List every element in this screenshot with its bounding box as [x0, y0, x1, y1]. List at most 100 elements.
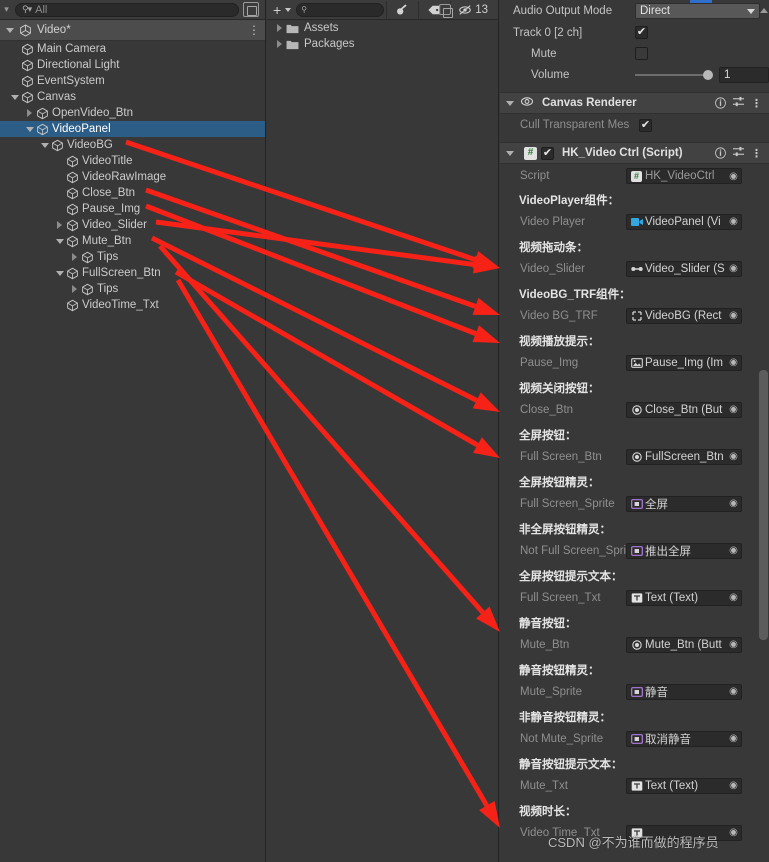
chevron-down-icon[interactable]: [55, 270, 64, 276]
hidden-packages-toggle[interactable]: 13: [453, 0, 493, 20]
component-enabled-checkbox[interactable]: ✔: [541, 146, 554, 160]
foldout-toggle[interactable]: [68, 253, 81, 261]
object-picker-icon[interactable]: ◉: [726, 171, 741, 182]
foldout-toggle[interactable]: [38, 142, 51, 148]
chevron-down-icon[interactable]: [506, 100, 514, 106]
help-icon[interactable]: ⓘ: [715, 95, 726, 111]
hierarchy-item-main-camera[interactable]: Main Camera: [0, 41, 265, 57]
chevron-down-icon[interactable]: [55, 238, 64, 244]
chevron-right-icon[interactable]: [72, 253, 77, 261]
chevron-right-icon[interactable]: [277, 40, 282, 48]
hierarchy-item-close-btn[interactable]: Close_Btn: [0, 185, 265, 201]
audio-track-checkbox[interactable]: ✔: [635, 26, 648, 39]
audio-output-mode-dropdown[interactable]: Direct: [635, 3, 760, 19]
hierarchy-item-mute-btn[interactable]: Mute_Btn: [0, 233, 265, 249]
project-item-packages[interactable]: Packages: [267, 36, 498, 52]
volume-slider-handle[interactable]: [702, 70, 713, 80]
hierarchy-search-box[interactable]: ⚲▾: [15, 2, 239, 17]
hierarchy-item-fullscreen-btn[interactable]: FullScreen_Btn: [0, 265, 265, 281]
object-field[interactable]: 推出全屏 ◉: [626, 542, 742, 559]
object-picker-icon[interactable]: ◉: [726, 357, 741, 368]
object-field[interactable]: Text (Text) ◉: [626, 589, 742, 606]
scene-header-row[interactable]: Video* ⋮: [0, 20, 265, 41]
hierarchy-item-openvideo-btn[interactable]: OpenVideo_Btn: [0, 105, 265, 121]
hierarchy-tab-dropdown-icon[interactable]: ▾: [0, 4, 13, 15]
cull-transparent-mesh-checkbox[interactable]: ✔: [639, 118, 652, 132]
preset-icon[interactable]: [733, 146, 744, 160]
project-item-assets[interactable]: Assets: [267, 20, 498, 36]
canvas-renderer-header[interactable]: Canvas Renderer ⓘ ⋮: [500, 92, 769, 114]
hierarchy-item-directional-light[interactable]: Directional Light: [0, 57, 265, 73]
foldout-toggle[interactable]: [23, 126, 36, 132]
hierarchy-item-videotitle[interactable]: VideoTitle: [0, 153, 265, 169]
object-picker-icon[interactable]: ◉: [726, 451, 741, 462]
hierarchy-item-tips[interactable]: Tips: [0, 249, 265, 265]
hierarchy-item-video-slider[interactable]: Video_Slider: [0, 217, 265, 233]
scroll-up-arrow-icon[interactable]: [760, 8, 768, 13]
object-picker-icon[interactable]: ◉: [726, 733, 741, 744]
object-picker-icon[interactable]: ◉: [726, 686, 741, 697]
object-field[interactable]: VideoBG (Rect ◉: [626, 307, 742, 324]
expand-window-icon[interactable]: [243, 2, 259, 17]
object-field[interactable]: Close_Btn (But ◉: [626, 401, 742, 418]
audio-mute-checkbox[interactable]: [635, 47, 648, 60]
foldout-toggle[interactable]: [273, 40, 286, 48]
foldout-toggle[interactable]: [68, 285, 81, 293]
object-picker-icon[interactable]: ◉: [726, 498, 741, 509]
object-field[interactable]: Pause_Img (Im ◉: [626, 354, 742, 371]
object-field[interactable]: VideoPanel (Vi ◉: [626, 213, 742, 230]
hierarchy-item-pause-img[interactable]: Pause_Img: [0, 201, 265, 217]
chevron-right-icon[interactable]: [57, 221, 62, 229]
eye-icon[interactable]: [520, 96, 534, 110]
foldout-toggle[interactable]: [53, 238, 66, 244]
object-field[interactable]: Text (Text) ◉: [626, 777, 742, 794]
object-picker-icon[interactable]: ◉: [726, 310, 741, 321]
foldout-toggle[interactable]: [53, 270, 66, 276]
chevron-down-icon[interactable]: [506, 150, 514, 156]
script-object-field[interactable]: # HK_VideoCtrl ◉: [626, 168, 742, 184]
chevron-right-icon[interactable]: [72, 285, 77, 293]
kebab-menu-icon[interactable]: ⋮: [247, 24, 261, 36]
hierarchy-item-eventsystem[interactable]: EventSystem: [0, 73, 265, 89]
chevron-down-icon[interactable]: [6, 27, 14, 33]
foldout-toggle[interactable]: [273, 24, 286, 32]
object-picker-icon[interactable]: ◉: [726, 639, 741, 650]
object-field[interactable]: 全屏 ◉: [626, 495, 742, 512]
foldout-toggle[interactable]: [8, 94, 21, 100]
object-picker-icon[interactable]: ◉: [726, 263, 741, 274]
project-search-input[interactable]: [307, 4, 440, 15]
object-picker-icon[interactable]: ◉: [726, 216, 741, 227]
foldout-toggle[interactable]: [53, 221, 66, 229]
object-picker-icon[interactable]: ◉: [726, 827, 741, 838]
hierarchy-item-videobg[interactable]: VideoBG: [0, 137, 265, 153]
chevron-down-icon[interactable]: [10, 94, 19, 100]
object-field[interactable]: Mute_Btn (Butt ◉: [626, 636, 742, 653]
chevron-right-icon[interactable]: [277, 24, 282, 32]
object-picker-icon[interactable]: ◉: [726, 780, 741, 791]
favorite-filter-icon[interactable]: [389, 0, 416, 20]
hierarchy-item-canvas[interactable]: Canvas: [0, 89, 265, 105]
chevron-right-icon[interactable]: [27, 109, 32, 117]
chevron-down-icon[interactable]: [25, 126, 34, 132]
object-field[interactable]: 静音 ◉: [626, 683, 742, 700]
hierarchy-search-input[interactable]: [35, 3, 232, 16]
volume-slider[interactable]: [635, 70, 713, 80]
create-asset-button[interactable]: +: [267, 3, 296, 17]
hierarchy-item-videorawimage[interactable]: VideoRawImage: [0, 169, 265, 185]
object-field[interactable]: Video_Slider (S ◉: [626, 260, 742, 277]
preset-icon[interactable]: [733, 96, 744, 110]
chevron-down-icon[interactable]: [40, 142, 49, 148]
hierarchy-item-videotime-txt[interactable]: VideoTime_Txt: [0, 297, 265, 313]
object-picker-icon[interactable]: ◉: [726, 592, 741, 603]
object-picker-icon[interactable]: ◉: [726, 404, 741, 415]
hierarchy-item-videopanel[interactable]: VideoPanel: [0, 121, 265, 137]
object-picker-icon[interactable]: ◉: [726, 545, 741, 556]
help-icon[interactable]: ⓘ: [715, 145, 726, 161]
expand-window-icon[interactable]: [439, 4, 454, 18]
scrollbar-thumb[interactable]: [759, 370, 768, 640]
foldout-toggle[interactable]: [23, 109, 36, 117]
inspector-scrollbar[interactable]: [758, 8, 769, 862]
project-search-box[interactable]: ⚲: [296, 2, 454, 18]
object-field[interactable]: FullScreen_Btn ◉: [626, 448, 742, 465]
hierarchy-item-tips[interactable]: Tips: [0, 281, 265, 297]
